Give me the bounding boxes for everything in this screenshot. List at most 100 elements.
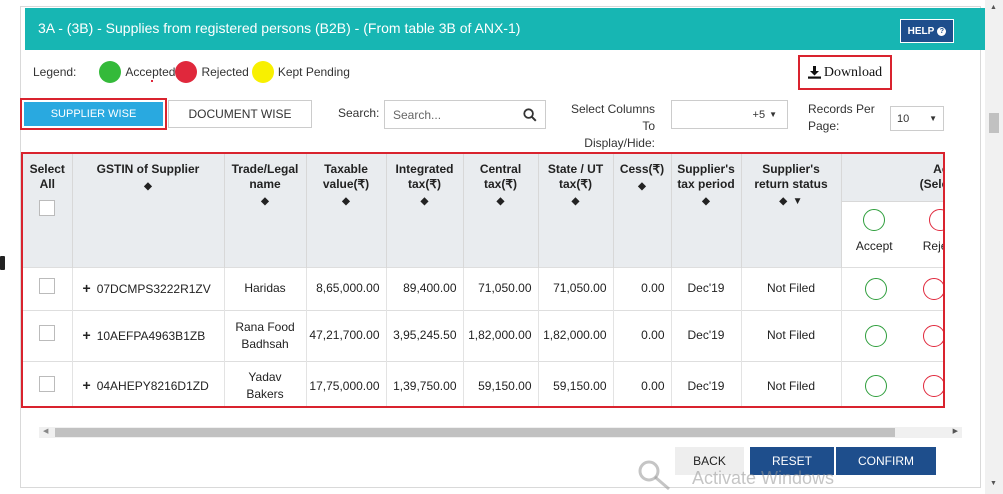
scroll-right-icon[interactable]: ▶ — [953, 427, 958, 435]
reject-all-radio[interactable] — [928, 209, 943, 231]
download-button[interactable]: Download — [798, 55, 892, 90]
cess-cell: 0.00 — [613, 266, 672, 310]
row-select-cell — [23, 266, 73, 310]
trade-name-line1: Yadav — [248, 370, 282, 385]
table-row: +10AEFPA4963B1ZB Rana Food Badhsah 47,21,… — [23, 309, 943, 361]
taxable-value-cell: 47,21,700.00 — [306, 309, 387, 361]
sort-icon[interactable]: ◆ — [465, 194, 537, 209]
header-status-line2: return status — [754, 177, 828, 191]
col-state-tax[interactable]: State / UT tax(₹) ◆ — [538, 154, 614, 267]
horizontal-scroll-thumb[interactable] — [55, 428, 895, 437]
sort-filter-icons[interactable]: ◆ ▼ — [743, 194, 840, 209]
col-select-all: Select All — [23, 154, 73, 267]
col-taxable-value[interactable]: Taxable value(₹) ◆ — [306, 154, 387, 267]
sort-icon[interactable]: ◆ — [615, 179, 670, 194]
central-tax-cell: 71,050.00 — [463, 266, 539, 310]
section-header: 3A - (3B) - Supplies from registered per… — [25, 8, 985, 50]
reject-radio[interactable] — [923, 277, 943, 300]
col-trade-name[interactable]: Trade/Legal name ◆ — [224, 154, 307, 267]
header-central-line1: Central — [479, 162, 522, 176]
tab-document-wise[interactable]: DOCUMENT WISE — [168, 100, 312, 128]
state-tax-cell: 59,150.00 — [538, 360, 614, 406]
central-tax-cell: 1,82,000.00 — [463, 309, 539, 361]
trade-name-line1: Rana Food — [235, 319, 295, 334]
col-gstin[interactable]: GSTIN of Supplier ◆ — [72, 154, 225, 267]
vertical-scroll-thumb[interactable] — [989, 113, 999, 133]
sort-icon[interactable]: ◆ — [673, 194, 740, 209]
gstin-cell: +07DCMPS3222R1ZV — [72, 266, 225, 310]
row-checkbox[interactable] — [39, 278, 56, 294]
rpp-value: 10 — [897, 112, 910, 125]
accept-all-radio[interactable] — [863, 209, 886, 231]
suppliers-table: Select All GSTIN of Supplier ◆ Trade/Leg… — [23, 154, 943, 406]
sort-icon[interactable]: ◆ — [308, 194, 385, 209]
col-return-status[interactable]: Supplier's return status ◆ ▼ — [741, 154, 842, 267]
header-trade-line2: name — [249, 177, 281, 191]
search-input[interactable] — [393, 107, 513, 122]
trade-name-value: Haridas — [244, 281, 286, 295]
expand-plus-icon[interactable]: + — [83, 327, 91, 343]
trade-name-line2: Badhsah — [241, 336, 289, 351]
tax-period-cell: Dec'19 — [671, 266, 742, 310]
horizontal-scrollbar[interactable]: ◀ ▶ — [39, 427, 962, 438]
col-tax-period[interactable]: Supplier's tax period ◆ — [671, 154, 742, 267]
reject-radio[interactable] — [923, 324, 943, 347]
sort-icon[interactable]: ◆ — [226, 194, 305, 209]
row-select-cell — [23, 309, 73, 361]
filter-icon[interactable]: ▼ — [793, 196, 803, 207]
gstin-value: 07DCMPS3222R1ZV — [96, 281, 211, 296]
accept-radio[interactable] — [864, 324, 887, 347]
columns-select-label: Select Columns To Display/Hide: — [570, 101, 655, 152]
gstin-value: 04AHEPY8216D1ZD — [96, 379, 209, 394]
records-per-page-select[interactable]: 10 ▼ — [890, 106, 944, 131]
header-taxable-line2: value(₹) — [322, 177, 370, 191]
col-integrated-tax[interactable]: Integrated tax(₹) ◆ — [386, 154, 464, 267]
cess-cell: 0.00 — [613, 309, 672, 361]
scroll-up-icon[interactable]: ▲ — [990, 4, 997, 11]
rejected-dot-icon — [175, 61, 198, 83]
columns-label-line2: To Display/Hide: — [584, 119, 655, 150]
scroll-down-icon[interactable]: ▼ — [990, 480, 997, 487]
sort-icon[interactable]: ◆ — [388, 194, 462, 209]
action-cell — [841, 360, 943, 406]
col-central-tax[interactable]: Central tax(₹) ◆ — [463, 154, 539, 267]
columns-label-line1: Select Columns — [570, 102, 655, 116]
integrated-tax-cell: 1,39,750.00 — [386, 360, 464, 406]
tax-period-cell: Dec'19 — [671, 309, 742, 361]
header-central-line2: tax(₹) — [484, 177, 517, 191]
expand-plus-icon[interactable]: + — [83, 377, 91, 393]
header-cess-label: Cess(₹) — [619, 162, 665, 176]
vertical-scrollbar[interactable]: ▲ ▼ — [985, 0, 1003, 494]
sort-icon[interactable]: ◆ — [540, 194, 612, 209]
row-checkbox[interactable] — [39, 375, 56, 392]
reject-radio[interactable] — [923, 375, 943, 398]
header-status-line1: Supplier's — [762, 162, 820, 176]
search-icon[interactable] — [523, 107, 537, 122]
tab-supplier-wise[interactable]: SUPPLIER WISE — [20, 98, 167, 130]
header-all-label: All — [39, 177, 55, 191]
return-status-cell: Not Filed — [741, 360, 842, 406]
tax-period-cell: Dec'19 — [671, 360, 742, 406]
row-checkbox[interactable] — [39, 325, 56, 341]
columns-select[interactable]: +5 ▼ — [671, 100, 788, 129]
download-icon — [807, 66, 821, 79]
scroll-left-icon[interactable]: ◀ — [43, 427, 48, 435]
trade-name-cell: Rana Food Badhsah — [224, 309, 307, 361]
cess-cell: 0.00 — [613, 360, 672, 406]
download-label: Download — [823, 64, 883, 80]
expand-plus-icon[interactable]: + — [83, 280, 91, 296]
accept-radio[interactable] — [864, 277, 887, 300]
search-box — [384, 100, 546, 129]
pending-dot-icon — [251, 61, 274, 83]
help-button[interactable]: HELP ? — [900, 19, 954, 43]
confirm-button[interactable]: CONFIRM — [836, 447, 936, 475]
sort-icon[interactable]: ◆ — [74, 179, 223, 194]
col-cess[interactable]: Cess(₹) ◆ — [613, 154, 672, 267]
caret-down-icon: ▼ — [769, 110, 777, 119]
legend-kept-pending: Kept Pending — [277, 65, 350, 79]
key-watermark-icon — [638, 460, 670, 491]
legend: Legend: Accepted Rejected Kept Pending — [33, 61, 350, 83]
select-all-checkbox[interactable] — [39, 200, 56, 216]
accept-radio[interactable] — [864, 375, 887, 398]
accepted-dot-icon — [99, 61, 122, 83]
